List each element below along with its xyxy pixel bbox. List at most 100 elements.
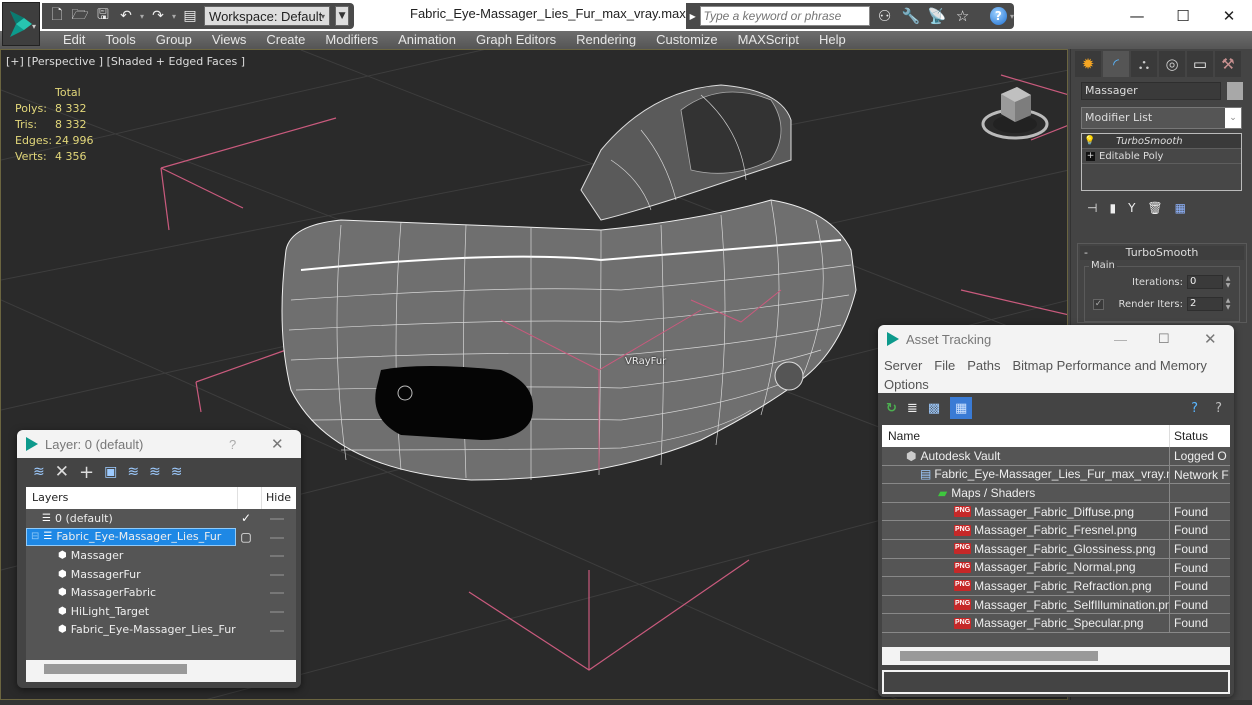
- minimize-button[interactable]: —: [1114, 0, 1160, 31]
- context-help-icon[interactable]: ?: [1215, 401, 1222, 416]
- asset-row[interactable]: PNG Massager_Fabric_Glossiness.png Found: [882, 539, 1230, 559]
- highlight-layer-icon[interactable]: ≋: [149, 464, 161, 480]
- asset-row[interactable]: PNG Massager_Fabric_SelfIllumination.png …: [882, 595, 1230, 615]
- asset-row[interactable]: PNG Massager_Fabric_Normal.png Found: [882, 558, 1230, 578]
- asset-row[interactable]: PNG Massager_Fabric_Fresnel.png Found: [882, 521, 1230, 540]
- viewport-label[interactable]: [+] [Perspective ] [Shaded + Edged Faces…: [6, 55, 245, 68]
- add-to-layer-icon[interactable]: +: [79, 462, 94, 483]
- hide-toggle[interactable]: [270, 573, 284, 576]
- object-row[interactable]: ⬢ Fabric_Eye-Massager_Lies_Fur: [26, 621, 296, 640]
- delete-layer-icon[interactable]: ✕: [55, 462, 69, 482]
- column-layers[interactable]: Layers: [26, 487, 238, 509]
- menu-maxscript[interactable]: MAXScript: [728, 31, 809, 49]
- asset-row[interactable]: ▰ Maps / Shaders: [882, 484, 1230, 503]
- create-tab[interactable]: ✹: [1075, 51, 1101, 77]
- remove-modifier-icon[interactable]: 🗑: [1147, 201, 1162, 215]
- binoculars-icon[interactable]: ⚇: [876, 7, 894, 25]
- close-button[interactable]: ✕: [271, 435, 284, 453]
- hide-toggle[interactable]: [270, 629, 284, 632]
- hide-toggle[interactable]: [270, 518, 284, 520]
- menu-animation[interactable]: Animation: [388, 31, 466, 49]
- redo-icon[interactable]: ↷: [149, 7, 167, 25]
- massager-model[interactable]: [281, 84, 857, 481]
- render-iters-spinner[interactable]: 2: [1187, 297, 1223, 311]
- viewcube-icon[interactable]: [979, 82, 1051, 144]
- select-objects-icon[interactable]: ▣: [104, 464, 117, 480]
- spinner-arrows-icon[interactable]: ▲ ▼: [1223, 297, 1233, 311]
- utilities-tab[interactable]: ⚒: [1215, 51, 1241, 77]
- dialog-title-bar[interactable]: Asset Tracking — ☐ ✕: [878, 325, 1234, 353]
- object-row[interactable]: ⬢ HiLight_Target: [26, 602, 296, 621]
- workspace-menu-button[interactable]: ▼: [335, 6, 350, 26]
- menu-views[interactable]: Views: [202, 31, 256, 49]
- star-icon[interactable]: ☆: [954, 7, 972, 25]
- close-button[interactable]: ✕: [1206, 0, 1252, 31]
- menu-server[interactable]: Server: [884, 358, 922, 373]
- object-color-swatch[interactable]: [1227, 82, 1243, 100]
- minimize-button[interactable]: —: [1114, 332, 1127, 347]
- project-folder-icon[interactable]: ▤: [181, 7, 199, 25]
- open-folder-icon[interactable]: 🗁: [71, 7, 89, 25]
- object-row[interactable]: ⬢ MassagerFabric: [26, 583, 296, 602]
- menu-options[interactable]: Options: [884, 377, 929, 392]
- thumbnail-view-icon[interactable]: ▩: [928, 401, 940, 416]
- undo-dropdown-icon[interactable]: ▾: [140, 12, 144, 21]
- layer-settings-icon[interactable]: ≋: [171, 464, 183, 480]
- close-button[interactable]: ✕: [1204, 330, 1217, 348]
- new-file-icon[interactable]: 🗋: [48, 7, 66, 25]
- expand-arrow-icon[interactable]: ▶: [686, 12, 700, 21]
- menu-customize[interactable]: Customize: [646, 31, 727, 49]
- layer-row[interactable]: ☰ 0 (default) ✓: [26, 509, 296, 528]
- key-icon[interactable]: 🔧: [902, 7, 921, 25]
- object-row[interactable]: ⬢ MassagerFur: [26, 565, 296, 584]
- maximize-button[interactable]: ☐: [1158, 331, 1170, 347]
- workspace-dropdown[interactable]: Workspace: Default ▾: [204, 6, 331, 26]
- menu-rendering[interactable]: Rendering: [566, 31, 646, 49]
- redo-dropdown-icon[interactable]: ▾: [172, 12, 176, 21]
- hide-toggle[interactable]: [270, 592, 284, 595]
- rollout-header[interactable]: - TurboSmooth: [1080, 246, 1244, 260]
- horizontal-scrollbar[interactable]: [882, 647, 1230, 665]
- refresh-icon[interactable]: ↻: [886, 401, 897, 416]
- search-input[interactable]: [699, 6, 870, 26]
- object-row[interactable]: ⬢ Massager: [26, 546, 296, 565]
- asset-row[interactable]: PNG Massager_Fabric_Specular.png Found: [882, 614, 1230, 633]
- show-end-result-icon[interactable]: ▮: [1109, 201, 1116, 215]
- layer-row[interactable]: ⊟ ☰ Fabric_Eye-Massager_Lies_Fur ▢: [26, 527, 296, 547]
- help-icon[interactable]: ?: [1191, 401, 1198, 416]
- hide-toggle[interactable]: [270, 610, 284, 613]
- save-icon[interactable]: 🖫: [94, 7, 112, 25]
- object-name-field[interactable]: Massager: [1081, 82, 1221, 100]
- menu-modifiers[interactable]: Modifiers: [315, 31, 388, 49]
- spinner-arrows-icon[interactable]: ▲ ▼: [1223, 275, 1233, 289]
- lightbulb-icon[interactable]: 💡: [1082, 134, 1098, 149]
- stack-item-turbosmooth[interactable]: 💡 TurboSmooth: [1082, 134, 1241, 149]
- configure-sets-icon[interactable]: ▦: [1175, 201, 1186, 215]
- display-tab[interactable]: ▭: [1187, 51, 1213, 77]
- help-button[interactable]: ?: [229, 437, 236, 452]
- stack-item-editable-poly[interactable]: + Editable Poly: [1082, 149, 1241, 164]
- scrollbar-thumb[interactable]: [44, 664, 187, 674]
- select-layer-icon[interactable]: ≋: [127, 464, 139, 480]
- menu-create[interactable]: Create: [256, 31, 315, 49]
- menu-paths[interactable]: Paths: [967, 358, 1000, 373]
- asset-row[interactable]: ▤ Fabric_Eye-Massager_Lies_Fur_max_vray.m…: [882, 465, 1230, 485]
- menu-file[interactable]: File: [934, 358, 955, 373]
- dialog-title-bar[interactable]: Layer: 0 (default) ? ✕: [17, 430, 301, 458]
- menu-tools[interactable]: Tools: [95, 31, 145, 49]
- asset-row[interactable]: ⬢ Autodesk Vault Logged O: [882, 447, 1230, 466]
- asset-path-field[interactable]: [882, 670, 1230, 694]
- make-unique-icon[interactable]: Y: [1128, 201, 1135, 215]
- pin-stack-icon[interactable]: ⊣: [1087, 201, 1097, 215]
- hide-toggle[interactable]: [270, 555, 284, 558]
- asset-row[interactable]: PNG Massager_Fabric_Refraction.png Found: [882, 577, 1230, 596]
- table-view-icon[interactable]: ▦: [950, 397, 973, 419]
- motion-tab[interactable]: ◎: [1159, 51, 1185, 77]
- modify-tab[interactable]: ◜: [1103, 51, 1129, 77]
- help-icon[interactable]: ?: [989, 7, 1007, 25]
- iterations-spinner[interactable]: 0: [1187, 275, 1223, 289]
- menu-graph-editors[interactable]: Graph Editors: [466, 31, 566, 49]
- new-layer-icon[interactable]: ≋: [33, 464, 45, 480]
- help-dropdown-icon[interactable]: ▾: [1010, 12, 1014, 21]
- expand-icon[interactable]: ⊟: [31, 531, 39, 542]
